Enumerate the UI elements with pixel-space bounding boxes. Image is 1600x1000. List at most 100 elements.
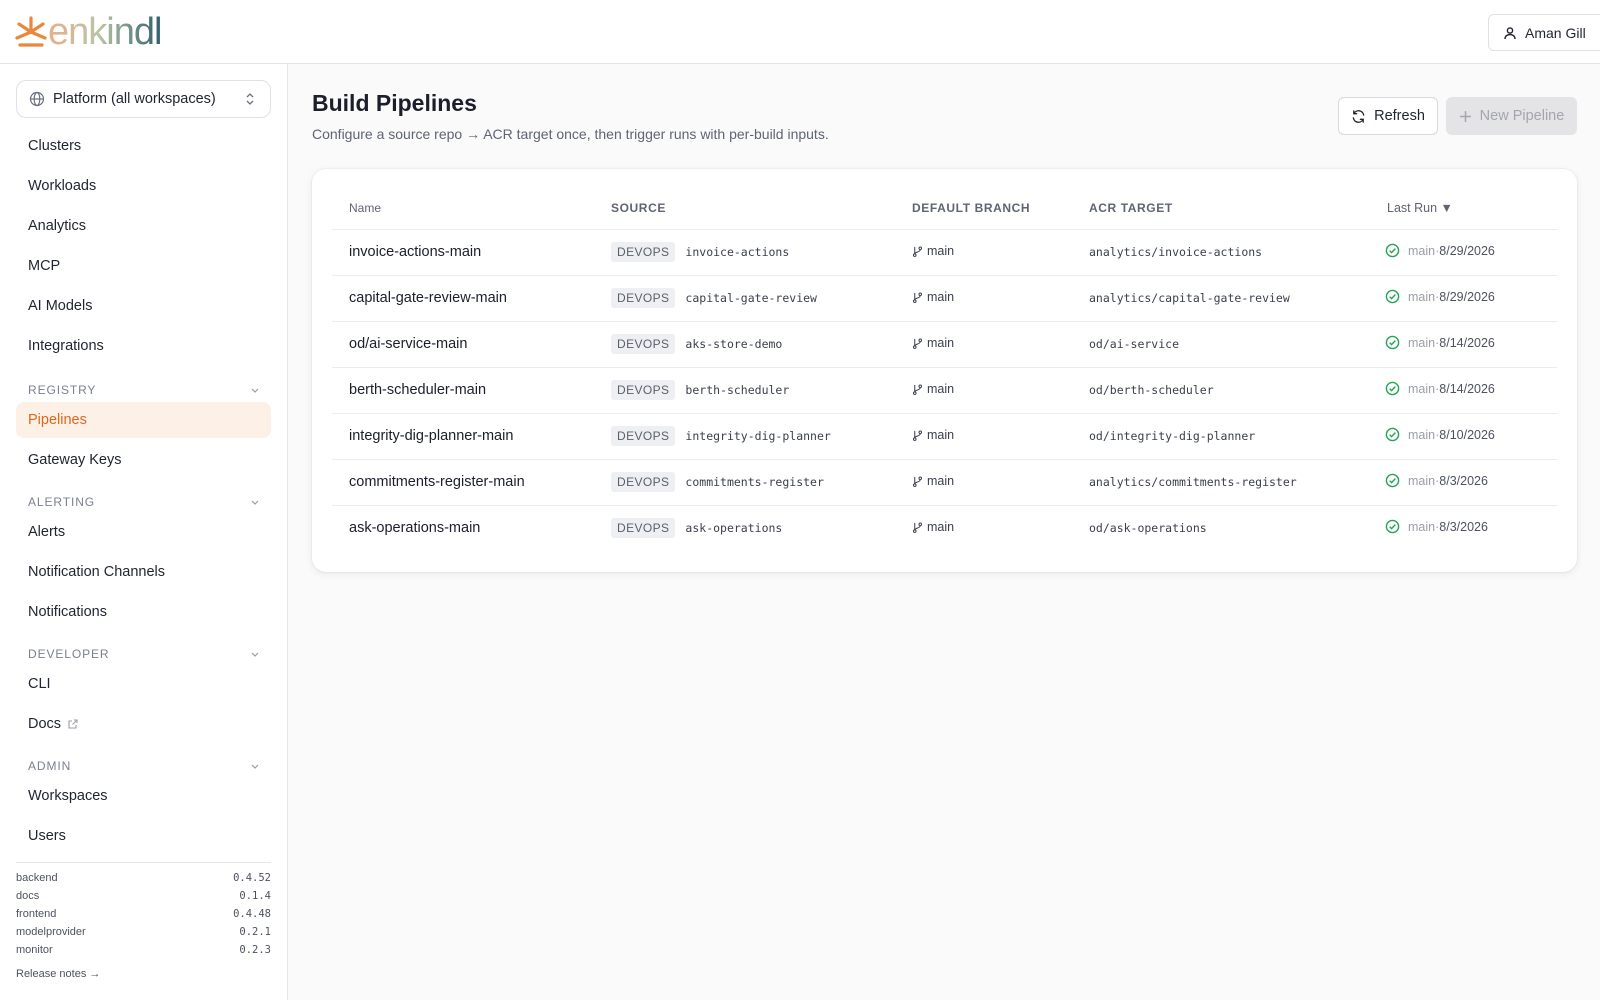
- sidebar-item-mcp[interactable]: MCP: [16, 248, 271, 284]
- git-branch-icon: [912, 476, 923, 487]
- column-header-source: SOURCE: [611, 201, 666, 215]
- sidebar-item-notification-channels[interactable]: Notification Channels: [16, 554, 271, 590]
- git-branch-icon: [912, 338, 923, 349]
- source-badge: DEVOPS: [611, 242, 676, 262]
- sidebar-item-label: Users: [28, 828, 66, 844]
- acr-target: analytics/capital-gate-review: [1089, 291, 1290, 305]
- column-header-last-run[interactable]: Last Run ▼: [1387, 201, 1453, 215]
- pipeline-name[interactable]: berth-scheduler-main: [349, 382, 486, 398]
- acr-target: analytics/commitments-register: [1089, 475, 1297, 489]
- sidebar-item-alerts[interactable]: Alerts: [16, 514, 271, 550]
- sidebar-item-gateway-keys[interactable]: Gateway Keys: [16, 442, 271, 478]
- chevron-down-icon: [251, 388, 259, 393]
- pipeline-name[interactable]: od/ai-service-main: [349, 336, 467, 352]
- plus-icon: [1459, 110, 1471, 122]
- section-header-alerting[interactable]: ALERTING: [28, 494, 260, 510]
- section-title: ADMIN: [28, 759, 72, 773]
- sidebar-item-label: Pipelines: [28, 412, 87, 428]
- table-row[interactable]: invoice-actions-main DEVOPS invoice-acti…: [332, 229, 1557, 275]
- acr-target: analytics/invoice-actions: [1089, 245, 1263, 259]
- sidebar: Platform (all workspaces) Clusters Workl…: [0, 64, 288, 1000]
- check-circle-icon: [1385, 473, 1400, 488]
- column-header-default-branch: DEFAULT BRANCH: [912, 201, 1031, 215]
- pipeline-name[interactable]: capital-gate-review-main: [349, 290, 507, 306]
- default-branch-cell: main: [912, 520, 954, 534]
- app-logo[interactable]: enkindl: [14, 12, 180, 52]
- last-run-date: 8/3/2026: [1439, 473, 1488, 488]
- source-cell: DEVOPS capital-gate-review: [611, 288, 817, 308]
- source-repo: integrity-dig-planner: [685, 429, 831, 443]
- default-branch-cell: main: [912, 290, 954, 304]
- globe-icon: [29, 91, 45, 107]
- table-row[interactable]: berth-scheduler-main DEVOPS berth-schedu…: [332, 367, 1557, 413]
- section-header-admin[interactable]: ADMIN: [28, 758, 260, 774]
- section-title: REGISTRY: [28, 383, 97, 397]
- last-run-date: 8/29/2026: [1439, 243, 1495, 258]
- last-run-branch: main: [1408, 381, 1436, 396]
- default-branch-cell: main: [912, 244, 954, 258]
- version-row: backend 0.4.52: [16, 870, 271, 886]
- last-run-branch: main: [1408, 473, 1436, 488]
- svg-text:enkindl: enkindl: [48, 12, 161, 52]
- page-title: Build Pipelines: [312, 90, 477, 116]
- acr-target: od/ask-operations: [1089, 521, 1207, 535]
- pipeline-name[interactable]: commitments-register-main: [349, 474, 525, 490]
- pipeline-name[interactable]: ask-operations-main: [349, 520, 480, 536]
- sidebar-item-integrations[interactable]: Integrations: [16, 328, 271, 364]
- table-row[interactable]: od/ai-service-main DEVOPS aks-store-demo…: [332, 321, 1557, 367]
- source-repo: capital-gate-review: [685, 291, 817, 305]
- sidebar-item-pipelines[interactable]: Pipelines: [16, 402, 271, 438]
- chevron-up-down-icon: [246, 93, 254, 105]
- sidebar-item-users[interactable]: Users: [16, 818, 271, 854]
- logo-spark-icon: [15, 16, 47, 47]
- sidebar-item-cli[interactable]: CLI: [16, 666, 271, 702]
- table-row[interactable]: integrity-dig-planner-main DEVOPS integr…: [332, 413, 1557, 459]
- default-branch: main: [927, 382, 955, 396]
- sidebar-item-notifications[interactable]: Notifications: [16, 594, 271, 630]
- last-run-branch: main: [1408, 243, 1436, 258]
- last-run-date: 8/29/2026: [1439, 289, 1495, 304]
- sidebar-item-ai-models[interactable]: AI Models: [16, 288, 271, 324]
- version-row: modelprovider 0.2.1: [16, 924, 271, 940]
- external-link-icon: [68, 719, 78, 729]
- chevron-down-icon: [251, 500, 259, 505]
- user-menu-button[interactable]: Aman Gill: [1488, 14, 1600, 51]
- last-run-branch: main: [1408, 519, 1436, 534]
- source-cell: DEVOPS commitments-register: [611, 472, 824, 492]
- table-row[interactable]: capital-gate-review-main DEVOPS capital-…: [332, 275, 1557, 321]
- sidebar-item-label: Integrations: [28, 338, 104, 354]
- pipeline-name[interactable]: invoice-actions-main: [349, 244, 481, 260]
- new-pipeline-button-label: New Pipeline: [1479, 108, 1565, 124]
- version-value: 0.1.4: [239, 890, 271, 902]
- acr-target: od/integrity-dig-planner: [1089, 429, 1256, 443]
- check-circle-icon: [1385, 519, 1400, 534]
- top-bar: enkindl Aman Gill: [0, 0, 1600, 64]
- new-pipeline-button[interactable]: New Pipeline: [1446, 97, 1577, 135]
- sidebar-item-clusters[interactable]: Clusters: [16, 128, 271, 164]
- section-header-developer[interactable]: DEVELOPER: [28, 646, 260, 662]
- last-run-cell: main · 8/14/2026: [1385, 335, 1495, 350]
- version-name: backend: [16, 872, 58, 884]
- source-cell: DEVOPS ask-operations: [611, 518, 782, 538]
- column-header-name[interactable]: Name: [349, 201, 381, 215]
- sidebar-item-workspaces[interactable]: Workspaces: [16, 778, 271, 814]
- refresh-button[interactable]: Refresh: [1338, 97, 1438, 135]
- sidebar-item-analytics[interactable]: Analytics: [16, 208, 271, 244]
- source-repo: commitments-register: [685, 475, 824, 489]
- user-name: Aman Gill: [1525, 24, 1586, 41]
- table-row[interactable]: ask-operations-main DEVOPS ask-operation…: [332, 505, 1557, 551]
- last-run-branch: main: [1408, 289, 1436, 304]
- section-header-registry[interactable]: REGISTRY: [28, 382, 260, 398]
- source-badge: DEVOPS: [611, 426, 676, 446]
- table-row[interactable]: commitments-register-main DEVOPS commitm…: [332, 459, 1557, 505]
- release-notes-link[interactable]: Release notes →: [16, 968, 100, 980]
- last-run-branch: main: [1408, 427, 1436, 442]
- sidebar-item-label: Docs: [28, 716, 62, 732]
- sidebar-item-workloads[interactable]: Workloads: [16, 168, 271, 204]
- pipeline-name[interactable]: integrity-dig-planner-main: [349, 428, 513, 444]
- sidebar-item-label: Workloads: [28, 178, 97, 194]
- sidebar-item-docs[interactable]: Docs: [16, 706, 271, 742]
- git-branch-icon: [912, 384, 923, 395]
- source-badge: DEVOPS: [611, 380, 676, 400]
- workspace-selector[interactable]: Platform (all workspaces): [16, 80, 271, 118]
